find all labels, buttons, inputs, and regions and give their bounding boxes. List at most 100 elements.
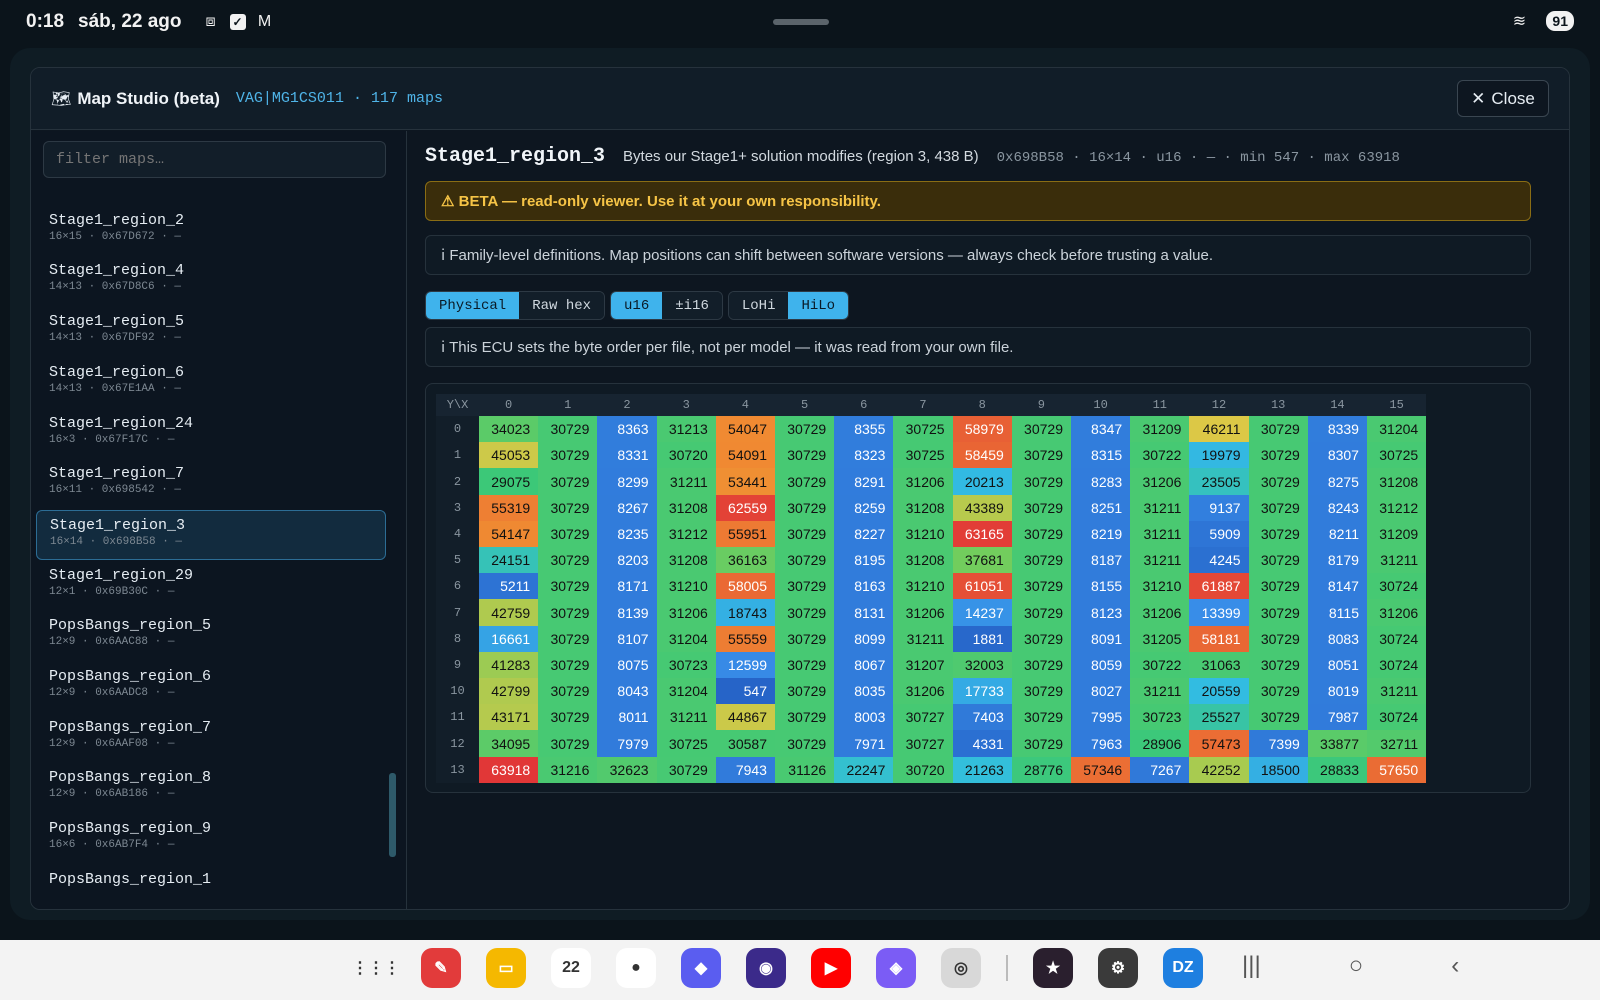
grid-cell[interactable]: 5211 xyxy=(479,573,539,600)
grid-cell[interactable]: 32711 xyxy=(1367,730,1427,757)
grid-cell[interactable]: 21263 xyxy=(952,756,1012,783)
grid-cell[interactable]: 31206 xyxy=(893,678,953,705)
grid-cell[interactable]: 1881 xyxy=(952,625,1012,652)
grid-cell[interactable]: 30729 xyxy=(775,468,835,495)
grid-cell[interactable]: 30722 xyxy=(1130,442,1190,469)
grid-cell[interactable]: 31210 xyxy=(1130,573,1190,600)
grid-cell[interactable]: 18743 xyxy=(715,599,775,626)
grid-cell[interactable]: 33877 xyxy=(1307,730,1367,757)
map-list-item[interactable]: PopsBangs_region_6 12×9 · 0x6AADC8 · — xyxy=(36,662,386,712)
grid-cell[interactable]: 25527 xyxy=(1189,704,1249,731)
grid-cell[interactable]: 29075 xyxy=(479,468,539,495)
home-key[interactable]: ○ xyxy=(1349,952,1364,980)
grid-cell[interactable]: 42799 xyxy=(479,678,539,705)
grid-cell[interactable]: 30729 xyxy=(1248,416,1308,443)
firefox-app-icon[interactable]: ◉ xyxy=(746,948,786,988)
grid-cell[interactable]: 30725 xyxy=(1367,442,1427,469)
grid-cell[interactable]: 30729 xyxy=(538,494,598,521)
grid-cell[interactable]: 30729 xyxy=(1011,442,1071,469)
grid-cell[interactable]: 8115 xyxy=(1307,599,1367,626)
grid-cell[interactable]: 8251 xyxy=(1071,494,1131,521)
grid-cell[interactable]: 58181 xyxy=(1189,625,1249,652)
grid-cell[interactable]: 30729 xyxy=(1011,416,1071,443)
notes-app-icon[interactable]: ✎ xyxy=(421,948,461,988)
grid-cell[interactable]: 8099 xyxy=(834,625,894,652)
grid-cell[interactable]: 63918 xyxy=(479,756,539,783)
grid-cell[interactable]: 31209 xyxy=(1130,416,1190,443)
grid-cell[interactable]: 8003 xyxy=(834,704,894,731)
grid-cell[interactable]: 58459 xyxy=(952,442,1012,469)
grid-cell[interactable]: 31211 xyxy=(1130,494,1190,521)
grid-cell[interactable]: 46211 xyxy=(1189,416,1249,443)
grid-cell[interactable]: 8323 xyxy=(834,442,894,469)
grid-cell[interactable]: 30729 xyxy=(1248,547,1308,574)
grid-cell[interactable]: 42759 xyxy=(479,599,539,626)
grid-cell[interactable]: 44867 xyxy=(715,704,775,731)
grid-cell[interactable]: 8331 xyxy=(597,442,657,469)
grid-cell[interactable]: 30724 xyxy=(1367,573,1427,600)
grid-cell[interactable]: 30729 xyxy=(1011,494,1071,521)
map-list-item[interactable]: Stage1_region_6 14×13 · 0x67E1AA · — xyxy=(36,358,386,408)
grid-cell[interactable]: 30729 xyxy=(538,678,598,705)
grid-cell[interactable]: 8139 xyxy=(597,599,657,626)
grid-cell[interactable]: 12599 xyxy=(715,651,775,679)
grid-cell[interactable]: 9137 xyxy=(1189,494,1249,521)
grid-cell[interactable]: 8275 xyxy=(1307,468,1367,495)
grid-cell[interactable]: 30729 xyxy=(1011,468,1071,495)
grid-cell[interactable]: 8163 xyxy=(834,573,894,600)
grid-cell[interactable]: 7995 xyxy=(1071,704,1131,731)
back-key[interactable]: ‹ xyxy=(1451,952,1459,980)
grid-cell[interactable]: 57650 xyxy=(1367,756,1427,783)
grid-cell[interactable]: 31211 xyxy=(656,468,716,495)
grid-cell[interactable]: 20213 xyxy=(952,468,1012,495)
grid-cell[interactable]: 8131 xyxy=(834,599,894,626)
grid-cell[interactable]: 7971 xyxy=(834,730,894,757)
toggle-hilo[interactable]: HiLo xyxy=(788,292,849,319)
grid-cell[interactable]: 34095 xyxy=(479,730,539,757)
grid-cell[interactable]: 54147 xyxy=(479,520,539,548)
grid-cell[interactable]: 43389 xyxy=(952,494,1012,521)
grid-cell[interactable]: 4331 xyxy=(952,730,1012,757)
grid-cell[interactable]: 30729 xyxy=(656,756,716,783)
grid-cell[interactable]: 30729 xyxy=(775,547,835,574)
grid-cell[interactable]: 8107 xyxy=(597,625,657,652)
grid-cell[interactable]: 30729 xyxy=(775,651,835,679)
grid-cell[interactable]: 24151 xyxy=(479,547,539,574)
grid-cell[interactable]: 30729 xyxy=(1011,730,1071,757)
close-button[interactable]: ✕ Close xyxy=(1457,80,1549,117)
grid-cell[interactable]: 30729 xyxy=(775,416,835,443)
grid-cell[interactable]: 5909 xyxy=(1189,520,1249,548)
map-list-item[interactable]: Stage1_region_7 16×11 · 0x698542 · — xyxy=(36,459,386,509)
grid-cell[interactable]: 30729 xyxy=(538,573,598,600)
grid-cell[interactable]: 30729 xyxy=(775,704,835,731)
grid-cell[interactable]: 57346 xyxy=(1071,756,1131,783)
grid-cell[interactable]: 8363 xyxy=(597,416,657,443)
grid-cell[interactable]: 17733 xyxy=(952,678,1012,705)
grid-cell[interactable]: 8011 xyxy=(597,704,657,731)
grid-cell[interactable]: 31212 xyxy=(1367,494,1427,521)
grid-cell[interactable]: 31211 xyxy=(656,704,716,731)
grid-cell[interactable]: 8171 xyxy=(597,573,657,600)
grid-cell[interactable]: 8339 xyxy=(1307,416,1367,443)
map-list-item[interactable]: Stage1_region_24 16×3 · 0x67F17C · — xyxy=(36,409,386,459)
grid-cell[interactable]: 43171 xyxy=(479,704,539,731)
grid-cell[interactable]: 30729 xyxy=(538,468,598,495)
grid-cell[interactable]: 45053 xyxy=(479,442,539,469)
grid-cell[interactable]: 7979 xyxy=(597,730,657,757)
grid-cell[interactable]: 30729 xyxy=(1011,678,1071,705)
map-list-item[interactable]: Stage1_region_5 14×13 · 0x67DF92 · — xyxy=(36,307,386,357)
map-list-item[interactable]: Stage1_region_29 12×1 · 0x69B30C · — xyxy=(36,561,386,611)
map-list-item[interactable]: PopsBangs_region_5 12×9 · 0x6AAC88 · — xyxy=(36,611,386,661)
grid-cell[interactable]: 31208 xyxy=(656,547,716,574)
grid-cell[interactable]: 8211 xyxy=(1307,520,1367,548)
grid-cell[interactable]: 41283 xyxy=(479,651,539,679)
grid-cell[interactable]: 7987 xyxy=(1307,704,1367,731)
grid-cell[interactable]: 30729 xyxy=(1011,573,1071,600)
grid-cell[interactable]: 53441 xyxy=(715,468,775,495)
grid-cell[interactable]: 37681 xyxy=(952,547,1012,574)
remote-app-icon[interactable]: ◈ xyxy=(876,948,916,988)
grid-cell[interactable]: 30587 xyxy=(715,730,775,757)
grid-cell[interactable]: 31211 xyxy=(1130,547,1190,574)
grid-cell[interactable]: 30729 xyxy=(538,625,598,652)
map-list-item[interactable]: PopsBangs_region_8 12×9 · 0x6AB186 · — xyxy=(36,763,386,813)
